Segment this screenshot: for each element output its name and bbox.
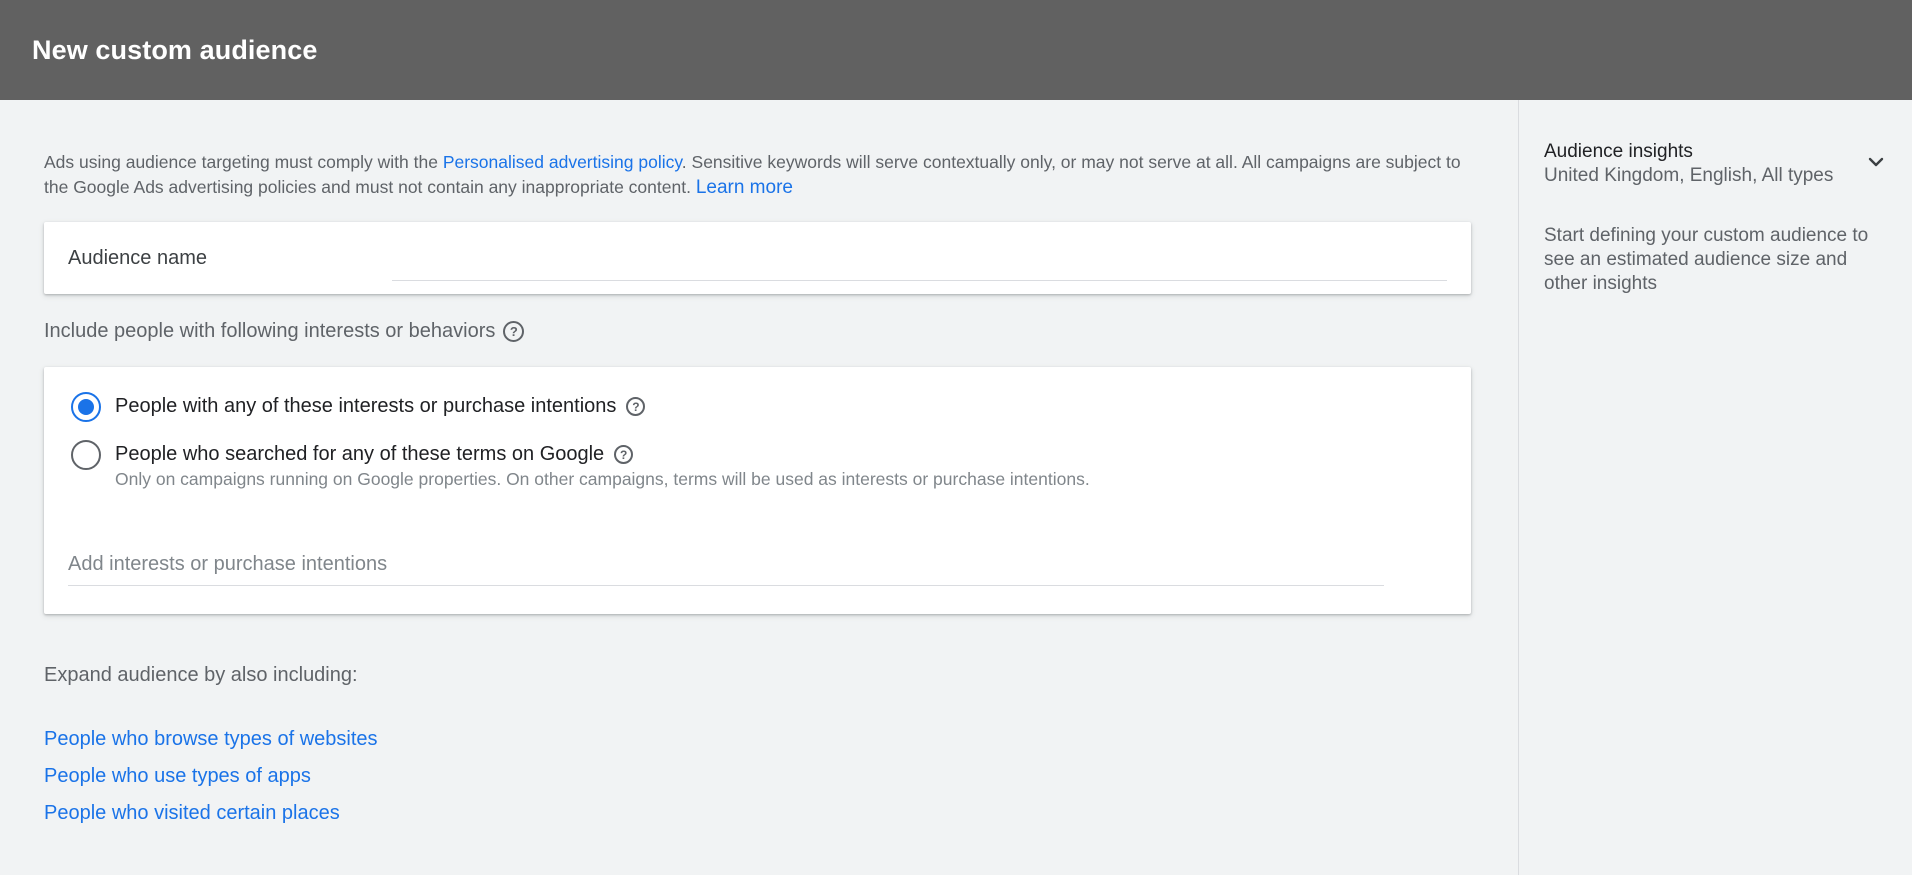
page-title: New custom audience [32, 34, 318, 65]
policy-text-before: Ads using audience targeting must comply… [44, 152, 443, 172]
help-icon[interactable]: ? [614, 445, 634, 464]
help-icon[interactable]: ? [626, 397, 646, 416]
radio-interests[interactable] [71, 392, 101, 422]
policy-notice: Ads using audience targeting must comply… [44, 150, 1474, 200]
insights-description: Start defining your custom audience to s… [1544, 225, 1869, 294]
option-searched-row: People who searched for any of these ter… [71, 440, 1447, 490]
personalised-advertising-policy-link[interactable]: Personalised advertising policy [443, 152, 682, 172]
audience-name-card: Audience name [44, 222, 1471, 294]
insights-title: Audience insights [1544, 141, 1693, 162]
option-interests-text: People with any of these interests or pu… [115, 392, 646, 418]
option-interests-label: People with any of these interests or pu… [115, 395, 617, 417]
learn-more-link[interactable]: Learn more [696, 177, 793, 198]
interests-options-card: People with any of these interests or pu… [44, 367, 1471, 614]
option-searched-sublabel: Only on campaigns running on Google prop… [115, 469, 1090, 489]
browse-websites-link[interactable]: People who browse types of websites [44, 727, 1471, 751]
insights-heading: Audience insights United Kingdom, Englis… [1544, 140, 1833, 188]
interests-input[interactable] [68, 544, 1384, 586]
insights-subtitle: United Kingdom, English, All types [1544, 165, 1834, 186]
include-section-label: Include people with following interests … [44, 320, 1471, 343]
option-searched-label: People who searched for any of these ter… [115, 443, 605, 465]
audience-name-input[interactable] [392, 236, 1447, 281]
page-header: New custom audience [0, 0, 1912, 100]
option-interests-row: People with any of these interests or pu… [71, 392, 1447, 422]
main-panel: Ads using audience targeting must comply… [0, 100, 1518, 875]
chevron-down-icon[interactable] [1864, 150, 1888, 174]
expand-audience-label: Expand audience by also including: [44, 664, 358, 686]
audience-name-label: Audience name [68, 246, 207, 269]
help-icon[interactable]: ? [503, 321, 525, 342]
visited-places-link[interactable]: People who visited certain places [44, 801, 1471, 825]
audience-insights-panel: Audience insights United Kingdom, Englis… [1518, 100, 1912, 875]
use-apps-link[interactable]: People who use types of apps [44, 764, 1471, 788]
option-searched-text: People who searched for any of these ter… [115, 440, 1090, 490]
radio-searched-terms[interactable] [71, 440, 101, 470]
content-layout: Ads using audience targeting must comply… [0, 100, 1912, 875]
radio-selected-dot [78, 399, 94, 415]
audience-insights-toggle[interactable]: Audience insights United Kingdom, Englis… [1544, 140, 1888, 188]
include-label-text: Include people with following interests … [44, 320, 496, 342]
expand-links-list: People who browse types of websites Peop… [44, 727, 1471, 825]
